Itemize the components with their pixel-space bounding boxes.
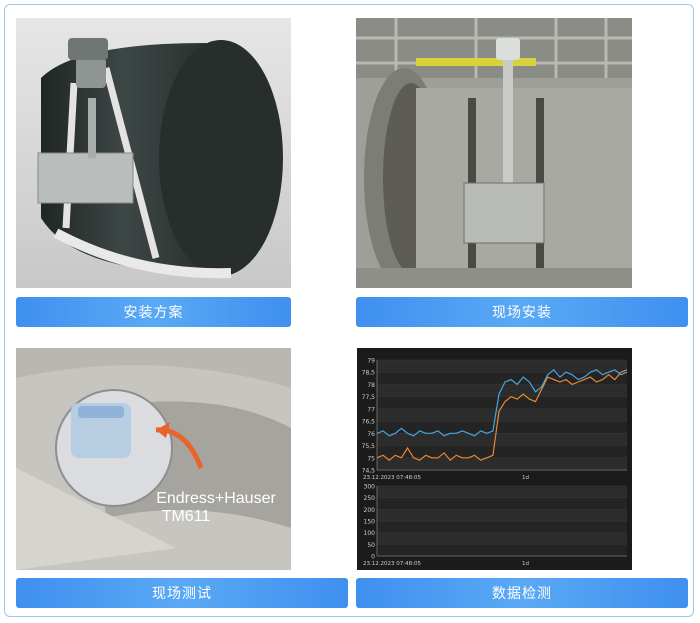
grid-band bbox=[377, 372, 627, 385]
data-chart-screenshot: 79 78,5 78 77,5 77 76,5 76 75,5 75 74,5 23.12.2023… bbox=[357, 348, 632, 570]
y-tick-label: 76,5 bbox=[362, 419, 376, 426]
overlay-label-brand: Endress+Hauser bbox=[156, 490, 276, 507]
pipe-clamp-render-image bbox=[16, 18, 291, 288]
y-tick-label: 77 bbox=[367, 406, 375, 413]
y-tick-label: 76 bbox=[367, 431, 375, 438]
caption-bar: 现场安装 bbox=[356, 297, 688, 327]
site-test-photo: Endress+Hauser TM611 bbox=[16, 348, 291, 570]
y-tick-label: 78,5 bbox=[362, 370, 376, 377]
grid-band bbox=[377, 360, 627, 373]
site-install-photo bbox=[356, 18, 632, 288]
y-tick-label: 250 bbox=[364, 495, 376, 502]
x-start-label: 23.12.2023 07:48:05 bbox=[363, 561, 421, 567]
caption-bar: 现场测试 bbox=[16, 578, 348, 608]
grid-band bbox=[377, 509, 627, 521]
y-tick-label: 200 bbox=[364, 507, 376, 514]
grid-band bbox=[377, 421, 627, 434]
y-tick-label: 300 bbox=[364, 484, 376, 491]
grid-band bbox=[377, 457, 627, 470]
y-tick-label: 150 bbox=[364, 519, 376, 526]
y-tick-label: 79 bbox=[367, 358, 375, 365]
y-tick-label: 100 bbox=[364, 530, 376, 537]
grid-band bbox=[377, 544, 627, 556]
y-tick-label: 75,5 bbox=[362, 443, 376, 450]
x-range-label: 1d bbox=[522, 475, 529, 481]
grid-band bbox=[377, 445, 627, 458]
grid-band bbox=[377, 384, 627, 397]
y-tick-label: 78 bbox=[367, 382, 375, 389]
x-start-label: 23.12.2023 07:48:05 bbox=[363, 475, 421, 481]
grid-band bbox=[377, 408, 627, 422]
y-tick-label: 0 bbox=[371, 554, 375, 561]
caption-bar: 安装方案 bbox=[16, 297, 291, 327]
overlay-label-model: TM611 bbox=[162, 508, 211, 525]
y-tick-label: 77,5 bbox=[362, 394, 376, 401]
y-tick-label: 74,5 bbox=[362, 468, 376, 475]
grid-band bbox=[377, 532, 627, 545]
grid-band bbox=[377, 497, 627, 510]
y-tick-label: 50 bbox=[367, 542, 375, 549]
x-range-label: 1d bbox=[522, 561, 529, 567]
grid-band bbox=[377, 521, 627, 533]
grid-band bbox=[377, 486, 627, 498]
temperature-chart: 7978,57877,57776,57675,57574,523.12.2023… bbox=[357, 348, 632, 570]
caption-bar: 数据检测 bbox=[356, 578, 688, 608]
y-tick-label: 75 bbox=[367, 455, 375, 462]
